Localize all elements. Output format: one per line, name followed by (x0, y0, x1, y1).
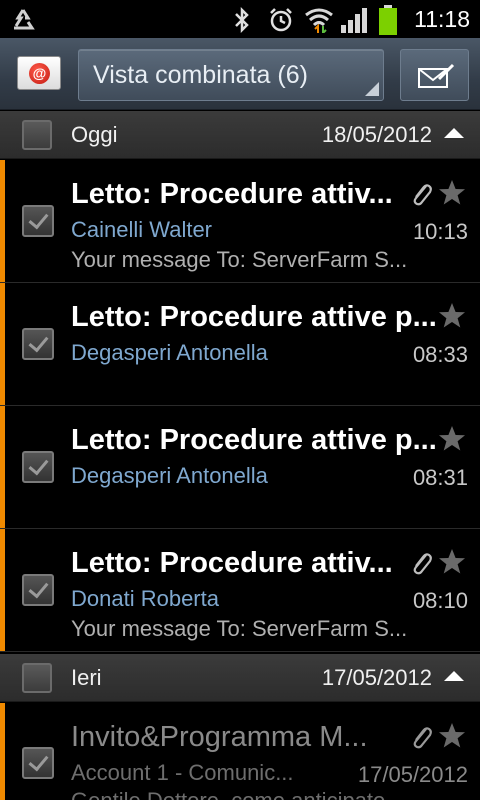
mail-preview: Your message To: ServerFarm S... (71, 247, 408, 272)
mail-list-item[interactable]: Letto: Procedure attive p... Degasperi A… (0, 406, 480, 529)
email-app-icon[interactable]: @ (17, 56, 61, 90)
unread-indicator (0, 283, 5, 405)
bluetooth-icon (235, 7, 249, 33)
section-date: 18/05/2012 (321, 122, 432, 147)
collapse-caret-icon[interactable] (444, 128, 464, 138)
mail-subject: Letto: Procedure attive p... (71, 424, 437, 456)
section-label: Oggi (71, 122, 118, 147)
view-selector-label: Vista combinata (6) (93, 61, 308, 89)
status-bar: 11:18 (0, 0, 480, 38)
battery-icon (379, 5, 397, 35)
mail-time: 10:13 (412, 219, 468, 244)
attachment-icon (413, 553, 432, 575)
alarm-icon (270, 8, 292, 32)
section-header-yesterday[interactable]: Ieri 17/05/2012 (0, 654, 480, 702)
unread-indicator (0, 406, 5, 528)
mail-subject: Letto: Procedure attiv... (71, 547, 393, 579)
mail-checkbox[interactable] (22, 451, 54, 483)
mail-preview: Your message To: ServerFarm S... (71, 616, 408, 641)
unread-indicator (0, 160, 5, 282)
mail-checkbox[interactable] (22, 328, 54, 360)
mail-checkbox[interactable] (22, 205, 54, 237)
unread-indicator (0, 703, 5, 800)
signal-icon (341, 8, 367, 33)
mail-subject: Letto: Procedure attiv... (71, 178, 393, 210)
mail-list-item[interactable]: Letto: Procedure attiv... Cainelli Walte… (0, 160, 480, 283)
section-date: 17/05/2012 (321, 665, 432, 690)
view-selector-dropdown[interactable]: Vista combinata (6) (78, 49, 384, 101)
collapse-caret-icon[interactable] (444, 671, 464, 681)
mail-time: 08:10 (412, 588, 468, 613)
mail-sender: Degasperi Antonella (71, 340, 268, 365)
mail-checkbox[interactable] (22, 747, 54, 779)
star-icon[interactable] (437, 301, 467, 331)
attachment-icon (413, 727, 432, 749)
mail-subject: Letto: Procedure attive p... (71, 301, 437, 333)
section-label: Ieri (71, 665, 102, 690)
mail-time: 08:31 (412, 465, 468, 490)
mail-list-item[interactable]: Invito&Programma M... Account 1 - Comuni… (0, 703, 480, 800)
mail-sender: Donati Roberta (71, 586, 219, 611)
recycle-icon (14, 9, 35, 30)
dropdown-arrow-icon (365, 82, 379, 96)
mail-time: 08:33 (412, 342, 468, 367)
mail-subject: Invito&Programma M... (71, 721, 368, 753)
unread-indicator (0, 529, 5, 651)
attachment-icon (413, 184, 432, 206)
mail-sender: Account 1 - Comunic... (71, 760, 294, 785)
star-icon[interactable] (437, 547, 467, 577)
wifi-icon (305, 8, 333, 33)
star-icon[interactable] (437, 178, 467, 208)
star-icon[interactable] (437, 424, 467, 454)
at-sign-icon: @ (29, 63, 50, 84)
clock-time: 11:18 (414, 6, 470, 32)
mail-checkbox[interactable] (22, 574, 54, 606)
select-all-checkbox[interactable] (22, 663, 52, 693)
select-all-checkbox[interactable] (22, 120, 52, 150)
mail-list-item[interactable]: Letto: Procedure attiv... Donati Roberta… (0, 529, 480, 652)
mail-preview: Gentile Dottore, come anticipato... (71, 788, 441, 800)
compose-mail-icon (418, 63, 455, 88)
mail-sender: Degasperi Antonella (71, 463, 268, 488)
section-header-today[interactable]: Oggi 18/05/2012 (0, 111, 480, 159)
mail-time: 17/05/2012 (357, 762, 468, 787)
mail-list-item[interactable]: Letto: Procedure attive p... Degasperi A… (0, 283, 480, 406)
compose-button[interactable] (400, 49, 469, 101)
mail-sender: Cainelli Walter (71, 217, 213, 242)
star-icon[interactable] (437, 721, 467, 751)
